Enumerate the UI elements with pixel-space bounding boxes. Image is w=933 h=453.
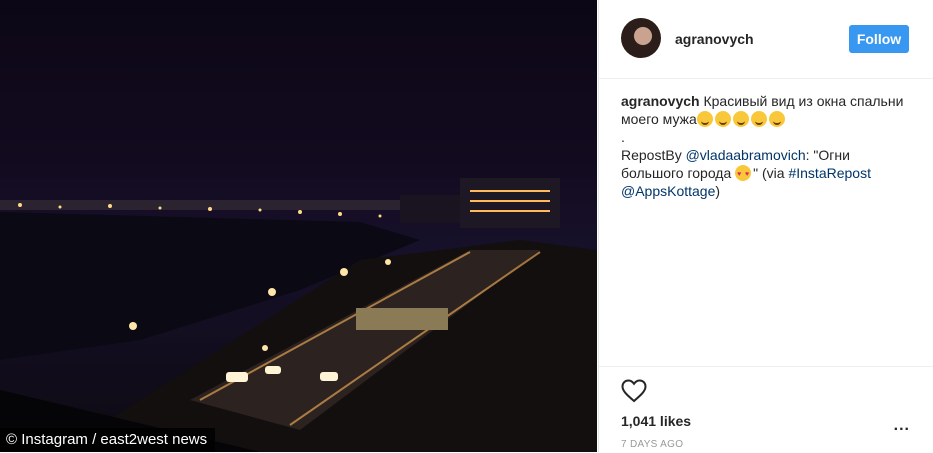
smile-emoji-icon xyxy=(768,111,785,127)
smile-emoji-icon xyxy=(732,111,749,127)
avatar[interactable] xyxy=(621,18,661,58)
caption-close: ) xyxy=(715,183,721,199)
follow-button[interactable]: Follow xyxy=(849,25,909,53)
repost-prefix: RepostBy xyxy=(621,147,682,163)
likes-count[interactable]: 1,041 likes xyxy=(621,413,691,429)
post-caption: agranovych Красивый вид из окна спальни … xyxy=(621,92,916,200)
repost-user-link[interactable]: @vladaabramovich xyxy=(686,147,806,163)
smile-emoji-icon xyxy=(750,111,767,127)
caption-dot: . xyxy=(621,129,625,145)
hashtag-link[interactable]: #InstaRepost xyxy=(788,165,871,181)
post-photo[interactable]: © Instagram / east2west news xyxy=(0,0,597,452)
post-header: agranovych Follow xyxy=(599,0,933,79)
username[interactable]: agranovych xyxy=(675,31,754,47)
heart-icon[interactable] xyxy=(621,379,647,403)
photo-credit: © Instagram / east2west news xyxy=(0,428,216,452)
smile-emoji-icon xyxy=(714,111,731,127)
apps-user-link[interactable]: @AppsKottage xyxy=(621,183,715,199)
via-prefix: " (via xyxy=(753,165,785,181)
heart-eyes-emoji-icon xyxy=(735,165,752,184)
post-sidebar: agranovych Follow agranovych Красивый ви… xyxy=(598,0,933,452)
caption-author[interactable]: agranovych xyxy=(621,93,700,109)
action-bar: 1,041 likes 7 DAYS AGO ... xyxy=(599,366,933,453)
post-time: 7 DAYS AGO xyxy=(621,439,684,450)
smile-emoji-icon xyxy=(696,111,713,127)
night-city-view xyxy=(0,178,597,452)
more-options-icon[interactable]: ... xyxy=(894,417,910,435)
